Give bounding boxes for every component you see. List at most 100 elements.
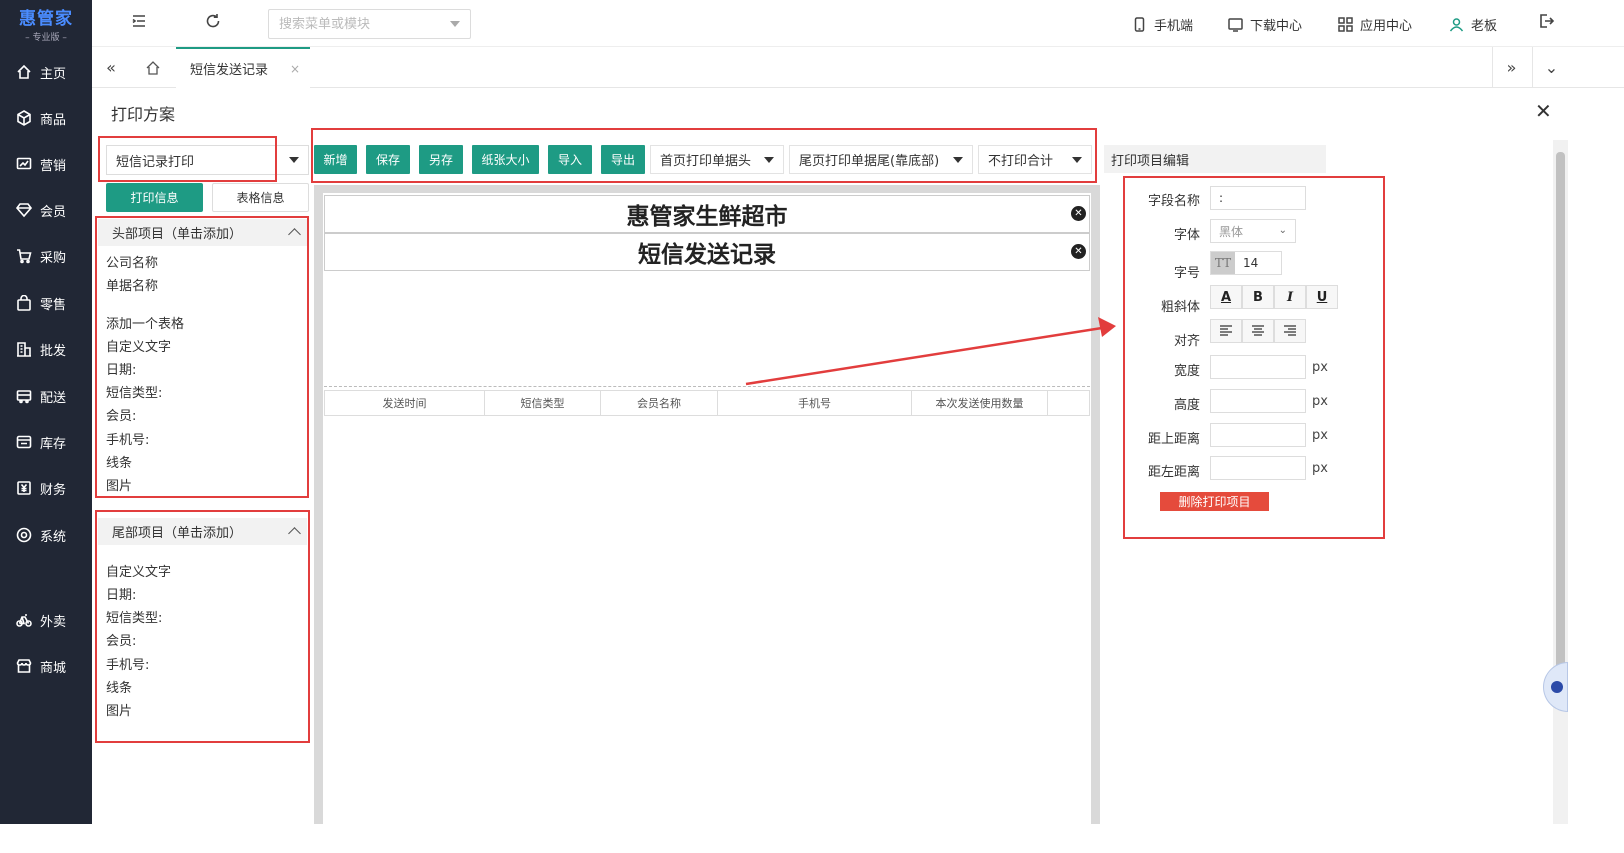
table-column-header[interactable]: [1047, 390, 1090, 416]
header-item-line[interactable]: 线条: [106, 452, 132, 471]
table-column-header[interactable]: 手机号: [717, 390, 912, 416]
header-item-add-table[interactable]: 添加一个表格: [106, 313, 184, 332]
tabs-menu-chevron-icon[interactable]: ⌄: [1532, 47, 1570, 88]
align-left-icon[interactable]: [1210, 319, 1242, 343]
download-center-link[interactable]: 下载中心: [1228, 15, 1302, 34]
sidebar-item-inventory[interactable]: 库存: [0, 427, 92, 457]
table-column-header[interactable]: 会员名称: [600, 390, 718, 416]
close-icon[interactable]: ✕: [1535, 99, 1552, 123]
caret-down-icon: [953, 157, 963, 163]
last-page-footer-dropdown[interactable]: 尾页打印单据尾(靠底部): [789, 145, 973, 174]
refresh-icon[interactable]: [204, 12, 226, 34]
chevron-up-icon[interactable]: [288, 228, 301, 241]
scheme-select[interactable]: 短信记录打印: [106, 145, 309, 175]
height-input[interactable]: [1210, 389, 1306, 413]
sidebar-item-home[interactable]: 主页: [0, 57, 92, 87]
footer-item-line[interactable]: 线条: [106, 677, 132, 696]
sidebar-item-members[interactable]: 会员: [0, 195, 92, 225]
footer-items-title[interactable]: 尾部项目（单击添加）: [98, 518, 307, 545]
first-page-header-dropdown[interactable]: 首页打印单据头: [650, 145, 784, 174]
header-items-title-text: 头部项目（单击添加）: [112, 227, 243, 242]
scroll-tabs-right-icon[interactable]: »: [1492, 47, 1530, 88]
remove-item-icon[interactable]: ✕: [1071, 206, 1086, 221]
print-item-editor-title: 打印项目编辑: [1104, 145, 1326, 173]
sidebar-item-takeout[interactable]: 外卖: [0, 605, 92, 635]
footer-item-custom-text[interactable]: 自定义文字: [106, 561, 171, 580]
chevron-up-icon[interactable]: [288, 527, 301, 540]
header-item-docname[interactable]: 单据名称: [106, 275, 158, 294]
print-item-company[interactable]: 惠管家生鲜超市 ✕: [324, 195, 1090, 233]
assistant-robot-icon[interactable]: [1543, 662, 1568, 712]
delete-print-item-button[interactable]: 删除打印项目: [1160, 492, 1269, 511]
footer-item-sms-type[interactable]: 短信类型:: [106, 607, 162, 626]
sidebar-item-system[interactable]: 系统: [0, 520, 92, 550]
totals-dropdown[interactable]: 不打印合计: [978, 145, 1092, 174]
save-as-button[interactable]: 另存: [419, 145, 463, 174]
font-select[interactable]: 黑体 ⌄: [1210, 219, 1296, 243]
scroll-tabs-left-icon[interactable]: «: [92, 47, 130, 88]
top-bar: 手机端 下载中心 应用中心 老板: [92, 0, 1624, 47]
app-center-link[interactable]: 应用中心: [1338, 15, 1412, 34]
search-input[interactable]: [268, 9, 471, 39]
sidebar-item-goods[interactable]: 商品: [0, 103, 92, 133]
field-name-input[interactable]: :: [1210, 186, 1306, 210]
italic-button[interactable]: I: [1274, 285, 1306, 309]
tab-table-info[interactable]: 表格信息: [212, 183, 309, 212]
mobile-link[interactable]: 手机端: [1132, 15, 1193, 34]
table-column-header[interactable]: 短信类型: [484, 390, 601, 416]
add-button[interactable]: 新增: [314, 145, 357, 174]
chevron-down-icon[interactable]: [450, 21, 460, 27]
totals-label: 不打印合计: [988, 154, 1054, 169]
scrollbar[interactable]: [1553, 140, 1568, 824]
apps-label: 应用中心: [1360, 19, 1413, 34]
sidebar-item-retail[interactable]: 零售: [0, 288, 92, 318]
scrollbar-thumb[interactable]: [1556, 152, 1565, 672]
user-name: 老板: [1471, 19, 1498, 34]
text-color-button[interactable]: A: [1210, 285, 1242, 309]
footer-item-image[interactable]: 图片: [106, 700, 132, 719]
header-items-title[interactable]: 头部项目（单击添加）: [98, 219, 307, 246]
remove-item-icon[interactable]: ✕: [1071, 244, 1086, 259]
top-offset-input[interactable]: [1210, 423, 1306, 447]
align-right-icon[interactable]: [1274, 319, 1306, 343]
bold-button[interactable]: B: [1242, 285, 1274, 309]
home-tab-icon[interactable]: [134, 47, 172, 88]
footer-item-member[interactable]: 会员:: [106, 630, 136, 649]
logout-icon[interactable]: [1537, 12, 1559, 34]
sidebar-item-delivery[interactable]: 配送: [0, 381, 92, 411]
export-button[interactable]: 导出: [601, 145, 645, 174]
save-button[interactable]: 保存: [366, 145, 410, 174]
user-menu[interactable]: 老板: [1449, 15, 1497, 34]
width-input[interactable]: [1210, 355, 1306, 379]
footer-item-phone[interactable]: 手机号:: [106, 654, 149, 673]
font-size-input[interactable]: TT 14: [1210, 251, 1282, 275]
left-offset-input[interactable]: [1210, 456, 1306, 480]
sidebar-item-purchase[interactable]: 采购: [0, 241, 92, 271]
header-item-phone[interactable]: 手机号:: [106, 429, 149, 448]
sidebar-item-mall[interactable]: 商城: [0, 651, 92, 681]
header-item-custom-text[interactable]: 自定义文字: [106, 336, 171, 355]
import-button[interactable]: 导入: [548, 145, 592, 174]
align-center-icon[interactable]: [1242, 319, 1274, 343]
print-paper[interactable]: [323, 193, 1091, 824]
header-item-image[interactable]: 图片: [106, 475, 132, 494]
header-item-company[interactable]: 公司名称: [106, 252, 158, 271]
font-size-label: 字号: [1173, 266, 1200, 281]
close-tab-icon[interactable]: ×: [290, 62, 300, 76]
underline-button[interactable]: U: [1306, 285, 1338, 309]
header-item-date[interactable]: 日期:: [106, 359, 136, 378]
table-column-header[interactable]: 本次发送使用数量: [911, 390, 1048, 416]
header-item-member[interactable]: 会员:: [106, 405, 136, 424]
sidebar-item-label: 财务: [40, 482, 67, 498]
menu-toggle-icon[interactable]: [130, 12, 152, 34]
tab-sms-records[interactable]: 短信发送记录 ×: [176, 47, 310, 88]
sidebar-item-wholesale[interactable]: 批发: [0, 334, 92, 364]
print-item-docname[interactable]: 短信发送记录 ✕: [324, 233, 1090, 271]
header-item-sms-type[interactable]: 短信类型:: [106, 382, 162, 401]
paper-size-button[interactable]: 纸张大小: [472, 145, 539, 174]
table-column-header[interactable]: 发送时间: [324, 390, 485, 416]
sidebar-item-finance[interactable]: 财务: [0, 473, 92, 503]
sidebar-item-marketing[interactable]: 营销: [0, 149, 92, 179]
tab-print-info[interactable]: 打印信息: [106, 183, 203, 212]
footer-item-date[interactable]: 日期:: [106, 584, 136, 603]
